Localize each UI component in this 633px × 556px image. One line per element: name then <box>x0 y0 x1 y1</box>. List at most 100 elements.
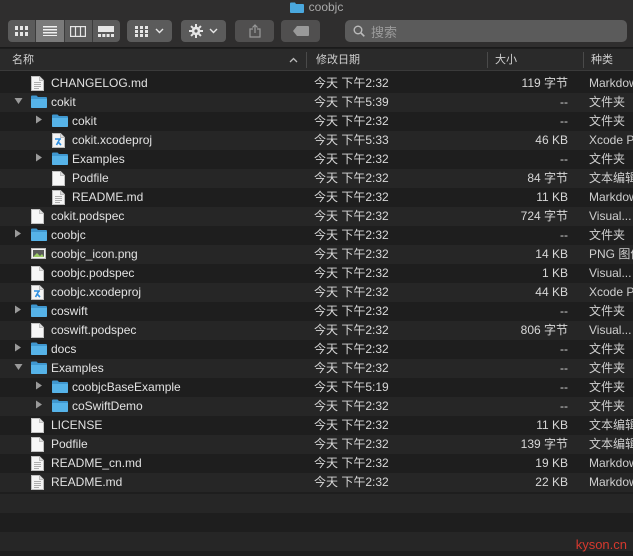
disclosure-triangle-closed-icon[interactable] <box>34 397 44 416</box>
file-row[interactable]: README_cn.md 今天 下午2:32 19 KB Markdown <box>0 454 633 473</box>
file-kind: Markdown <box>589 475 633 489</box>
share-button[interactable] <box>235 20 274 42</box>
file-kind: Xcode Project <box>589 133 633 147</box>
file-size: 119 字节 <box>521 76 568 90</box>
folder-icon <box>52 152 68 167</box>
file-row[interactable]: coobjcBaseExample 今天 下午5:19 -- 文件夹 <box>0 378 633 397</box>
file-kind: 文件夹 <box>589 304 626 318</box>
modified-date: 今天 下午2:32 <box>314 304 389 318</box>
file-name: coobjc <box>51 228 86 242</box>
file-name: coobjc.podspec <box>51 266 135 280</box>
modified-date: 今天 下午2:32 <box>314 285 389 299</box>
chevron-down-icon <box>209 28 218 34</box>
file-kind: 文件夹 <box>589 95 626 109</box>
modified-date: 今天 下午5:33 <box>314 133 389 147</box>
file-size: 14 KB <box>535 247 568 261</box>
empty-row-stripe <box>0 532 633 551</box>
file-icon <box>52 171 68 186</box>
file-name: README.md <box>51 475 123 489</box>
folder-icon <box>52 399 68 414</box>
file-row[interactable]: CHANGELOG.md 今天 下午2:32 119 字节 Markdown <box>0 74 633 93</box>
column-separator[interactable] <box>583 52 584 68</box>
group-by-button[interactable] <box>127 20 172 42</box>
action-menu-button[interactable] <box>181 20 226 42</box>
modified-date: 今天 下午2:32 <box>314 114 389 128</box>
modified-date: 今天 下午2:32 <box>314 152 389 166</box>
file-size: -- <box>560 380 568 394</box>
sort-ascending-icon[interactable] <box>289 57 298 63</box>
folder-icon <box>289 2 304 16</box>
disclosure-triangle-closed-icon[interactable] <box>34 150 44 169</box>
window-title-text: coobjc <box>308 0 344 14</box>
disclosure-triangle-open-icon[interactable] <box>13 359 23 378</box>
file-row[interactable]: cokit.podspec 今天 下午2:32 724 字节 Visual... <box>0 207 633 226</box>
file-row[interactable]: coobjc_icon.png 今天 下午2:32 14 KB PNG 图像 <box>0 245 633 264</box>
file-icon <box>31 266 47 281</box>
file-size: 44 KB <box>535 285 568 299</box>
disclosure-triangle-closed-icon[interactable] <box>34 378 44 397</box>
disclosure-triangle-open-icon[interactable] <box>13 93 23 112</box>
modified-date: 今天 下午2:32 <box>314 342 389 356</box>
date-column-header[interactable]: 修改日期 <box>312 49 360 71</box>
image-file-icon <box>31 247 47 262</box>
size-column-header[interactable]: 大小 <box>491 49 517 71</box>
file-kind: Xcode Project <box>589 285 633 299</box>
gallery-view-icon[interactable] <box>93 20 120 42</box>
file-row[interactable]: Examples 今天 下午2:32 -- 文件夹 <box>0 150 633 169</box>
file-kind: 文本编辑 <box>589 418 633 432</box>
file-name: docs <box>51 342 77 356</box>
list-view-icon[interactable] <box>36 20 65 42</box>
file-row[interactable]: cokit 今天 下午5:39 -- 文件夹 <box>0 93 633 112</box>
column-separator[interactable] <box>306 52 307 68</box>
file-kind: 文件夹 <box>589 152 626 166</box>
disclosure-triangle-closed-icon[interactable] <box>13 302 23 321</box>
file-row[interactable]: coobjc.xcodeproj 今天 下午2:32 44 KB Xcode Proj… <box>0 283 633 302</box>
column-separator[interactable] <box>487 52 488 68</box>
file-row[interactable]: README.md 今天 下午2:32 11 KB Markdown <box>0 188 633 207</box>
file-row[interactable]: LICENSE 今天 下午2:32 11 KB 文本编辑 <box>0 416 633 435</box>
view-mode-segmented-control <box>8 20 120 42</box>
file-row[interactable]: Podfile 今天 下午2:32 84 字节 文本编辑 <box>0 169 633 188</box>
file-row[interactable]: Examples 今天 下午2:32 -- 文件夹 <box>0 359 633 378</box>
file-row[interactable]: Podfile 今天 下午2:32 139 字节 文本编辑 <box>0 435 633 454</box>
document-icon <box>31 76 47 91</box>
search-icon <box>353 25 365 37</box>
file-kind: Markdown <box>589 76 633 90</box>
name-column-header[interactable]: 名称 <box>8 49 34 71</box>
file-row[interactable]: coobjc.podspec 今天 下午2:32 1 KB Visual... <box>0 264 633 283</box>
file-row[interactable]: cokit 今天 下午2:32 -- 文件夹 <box>0 112 633 131</box>
file-row[interactable]: cokit.xcodeproj 今天 下午5:33 46 KB Xcode Proje… <box>0 131 633 150</box>
folder-icon <box>52 114 68 129</box>
file-kind: Visual... <box>589 323 632 337</box>
file-name: cokit <box>72 114 97 128</box>
file-row[interactable]: coobjc 今天 下午2:32 -- 文件夹 <box>0 226 633 245</box>
kind-column-header[interactable]: 种类 <box>587 49 613 71</box>
file-kind: Markdown <box>589 456 633 470</box>
file-row[interactable]: coswift.podspec 今天 下午2:32 806 字节 Visual... <box>0 321 633 340</box>
file-kind: PNG 图像 <box>589 247 633 261</box>
modified-date: 今天 下午2:32 <box>314 475 389 489</box>
file-size: -- <box>560 95 568 109</box>
empty-list-area: kyson.cn <box>0 494 633 556</box>
column-view-icon[interactable] <box>65 20 93 42</box>
disclosure-triangle-closed-icon[interactable] <box>13 340 23 359</box>
search-input[interactable]: 搜索 <box>345 20 627 42</box>
file-kind: Visual... <box>589 209 632 223</box>
file-row[interactable]: README.md 今天 下午2:32 22 KB Markdown <box>0 473 633 492</box>
file-name: Podfile <box>72 171 109 185</box>
file-size: 84 字节 <box>527 171 568 185</box>
folder-icon <box>31 361 47 376</box>
icon-view-icon[interactable] <box>8 20 37 42</box>
document-icon <box>31 475 47 490</box>
disclosure-triangle-closed-icon[interactable] <box>13 226 23 245</box>
edit-tags-button[interactable] <box>281 20 320 42</box>
file-row[interactable]: coswift 今天 下午2:32 -- 文件夹 <box>0 302 633 321</box>
file-row[interactable]: docs 今天 下午2:32 -- 文件夹 <box>0 340 633 359</box>
file-name: coobjc.xcodeproj <box>51 285 142 299</box>
file-row[interactable]: coSwiftDemo 今天 下午2:32 -- 文件夹 <box>0 397 633 416</box>
file-name: cokit.xcodeproj <box>72 133 153 147</box>
file-name: CHANGELOG.md <box>51 76 148 90</box>
file-name: coswift.podspec <box>51 323 137 337</box>
folder-icon <box>31 228 47 243</box>
disclosure-triangle-closed-icon[interactable] <box>34 112 44 131</box>
